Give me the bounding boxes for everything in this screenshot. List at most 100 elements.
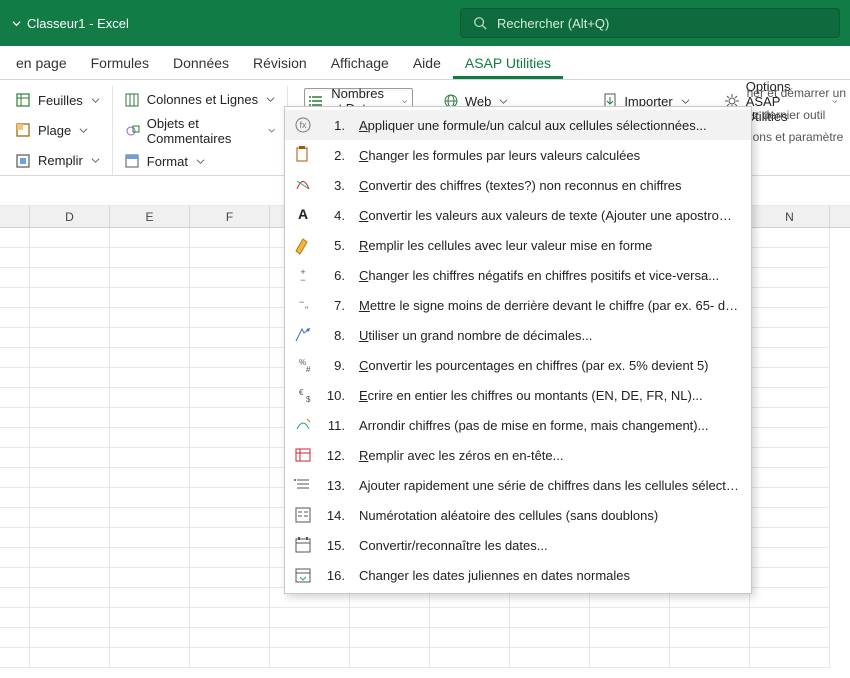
cell[interactable] [0, 328, 30, 348]
cell[interactable] [30, 448, 110, 468]
cell[interactable] [750, 528, 830, 548]
cell[interactable] [190, 228, 270, 248]
objets-commentaires-button[interactable]: Objets et Commentaires [121, 118, 279, 144]
cell[interactable] [510, 608, 590, 628]
tab-donnees[interactable]: Données [161, 55, 241, 79]
cell[interactable] [670, 608, 750, 628]
cell[interactable] [110, 428, 190, 448]
cell[interactable] [190, 368, 270, 388]
cell[interactable] [190, 648, 270, 668]
menu-item-10[interactable]: €$10.Ecrire en entier les chiffres ou mo… [285, 380, 751, 410]
cell[interactable] [190, 408, 270, 428]
menu-item-11[interactable]: 11.Arrondir chiffres (pas de mise en for… [285, 410, 751, 440]
cell[interactable] [190, 468, 270, 488]
cell[interactable] [0, 288, 30, 308]
cell[interactable] [30, 628, 110, 648]
chevron-down-icon[interactable] [12, 19, 21, 28]
cell[interactable] [590, 628, 670, 648]
cell[interactable] [0, 388, 30, 408]
cell[interactable] [30, 288, 110, 308]
cell[interactable] [30, 248, 110, 268]
cell[interactable] [0, 308, 30, 328]
menu-item-9[interactable]: %#9.Convertir les pourcentages en chiffr… [285, 350, 751, 380]
cell[interactable] [190, 428, 270, 448]
menu-item-5[interactable]: 5.Remplir les cellules avec leur valeur … [285, 230, 751, 260]
remplir-button[interactable]: Remplir [12, 149, 104, 173]
cell[interactable] [750, 608, 830, 628]
cell[interactable] [750, 288, 830, 308]
menu-item-16[interactable]: 16.Changer les dates juliennes en dates … [285, 560, 751, 590]
menu-item-13[interactable]: 13.Ajouter rapidement une série de chiff… [285, 470, 751, 500]
cell[interactable] [30, 368, 110, 388]
cell[interactable] [30, 488, 110, 508]
menu-item-14[interactable]: 14.Numérotation aléatoire des cellules (… [285, 500, 751, 530]
cell[interactable] [30, 228, 110, 248]
cell[interactable] [750, 568, 830, 588]
cell[interactable] [110, 648, 190, 668]
cell[interactable] [30, 508, 110, 528]
cell[interactable] [0, 428, 30, 448]
cell[interactable] [110, 368, 190, 388]
cell[interactable] [0, 408, 30, 428]
cell[interactable] [30, 648, 110, 668]
cell[interactable] [190, 488, 270, 508]
cell[interactable] [750, 648, 830, 668]
cell[interactable] [750, 348, 830, 368]
cell[interactable] [110, 328, 190, 348]
cell[interactable] [750, 228, 830, 248]
cell[interactable] [750, 388, 830, 408]
cell[interactable] [0, 268, 30, 288]
cell[interactable] [270, 648, 350, 668]
cell[interactable] [510, 648, 590, 668]
cell[interactable] [0, 568, 30, 588]
cell[interactable] [430, 608, 510, 628]
cell[interactable] [750, 488, 830, 508]
cell[interactable] [190, 328, 270, 348]
cell[interactable] [750, 368, 830, 388]
cell[interactable] [510, 628, 590, 648]
cell[interactable] [190, 568, 270, 588]
cell[interactable] [110, 288, 190, 308]
cell[interactable] [110, 388, 190, 408]
cell[interactable] [0, 608, 30, 628]
format-button[interactable]: Format [121, 150, 279, 174]
cell[interactable] [590, 608, 670, 628]
feuilles-button[interactable]: Feuilles [12, 88, 104, 112]
cell[interactable] [350, 628, 430, 648]
menu-item-2[interactable]: 2.Changer les formules par leurs valeurs… [285, 140, 751, 170]
cell[interactable] [0, 588, 30, 608]
cell[interactable] [0, 448, 30, 468]
tab-affichage[interactable]: Affichage [319, 55, 401, 79]
cell[interactable] [110, 568, 190, 588]
colonnes-lignes-button[interactable]: Colonnes et Lignes [121, 88, 279, 112]
cell[interactable] [30, 548, 110, 568]
column-header-n[interactable]: N [750, 206, 830, 227]
cell[interactable] [30, 528, 110, 548]
cell[interactable] [270, 608, 350, 628]
cell[interactable] [750, 508, 830, 528]
column-header-d[interactable]: D [30, 206, 110, 227]
cell[interactable] [0, 228, 30, 248]
cell[interactable] [670, 648, 750, 668]
cell[interactable] [190, 588, 270, 608]
cell[interactable] [30, 408, 110, 428]
cell[interactable] [750, 448, 830, 468]
cell[interactable] [30, 568, 110, 588]
menu-item-1[interactable]: fx1.Appliquer une formule/un calcul aux … [285, 110, 751, 140]
cell[interactable] [190, 388, 270, 408]
cell[interactable] [110, 468, 190, 488]
cell[interactable] [190, 288, 270, 308]
cell[interactable] [750, 628, 830, 648]
cell[interactable] [190, 508, 270, 528]
cell[interactable] [30, 468, 110, 488]
cell[interactable] [750, 408, 830, 428]
cell[interactable] [190, 248, 270, 268]
cell[interactable] [30, 328, 110, 348]
column-header-f[interactable]: F [190, 206, 270, 227]
cell[interactable] [30, 268, 110, 288]
cell[interactable] [110, 628, 190, 648]
cell[interactable] [110, 528, 190, 548]
cell[interactable] [750, 548, 830, 568]
cell[interactable] [0, 488, 30, 508]
cell[interactable] [670, 628, 750, 648]
